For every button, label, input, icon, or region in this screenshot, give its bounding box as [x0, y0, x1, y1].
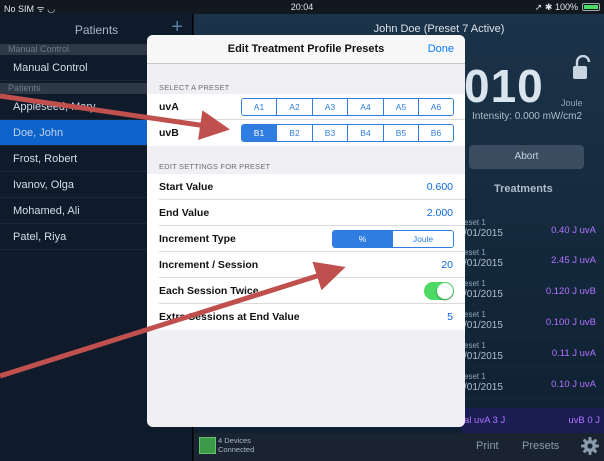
extra-sessions-label: Extra Sessions at End Value: [159, 311, 300, 323]
preset-a5[interactable]: A5: [384, 99, 419, 115]
add-patient-button[interactable]: +: [171, 17, 183, 37]
treatment-value: 0.10 J uvA: [551, 379, 596, 390]
treatments-header: Treatments: [494, 183, 553, 195]
unlock-icon[interactable]: [572, 55, 594, 81]
treatment-row[interactable]: eset 1 /01/2015 0.40 J uvA: [462, 215, 604, 245]
session-twice-row: Each Session Twice: [147, 278, 465, 304]
preset-b4[interactable]: B4: [348, 125, 384, 141]
treatment-row[interactable]: eset 1 /01/2015 0.11 J uvA: [462, 338, 604, 368]
increment-session-field[interactable]: 20: [441, 259, 453, 271]
status-icons: ➚ ✱ 100%: [534, 2, 578, 12]
preset-a4[interactable]: A4: [348, 99, 384, 115]
done-button[interactable]: Done: [428, 43, 454, 55]
treatment-value: 0.120 J uvB: [545, 286, 596, 297]
increment-session-label: Increment / Session: [159, 259, 259, 271]
uva-label: uvA: [159, 101, 179, 113]
print-button[interactable]: Print: [476, 440, 499, 452]
dose-unit: Joule: [561, 98, 583, 108]
preset-b3[interactable]: B3: [313, 125, 348, 141]
increment-type-joule[interactable]: Joule: [393, 231, 453, 247]
treatment-preset: eset 1: [464, 310, 486, 319]
end-value-field[interactable]: 2.000: [427, 207, 453, 219]
treatment-row[interactable]: eset 1 /01/2015 0.120 J uvB: [462, 276, 604, 306]
presets-button[interactable]: Presets: [522, 440, 559, 452]
preset-a3[interactable]: A3: [313, 99, 348, 115]
preset-a6[interactable]: A6: [419, 99, 453, 115]
clock: 20:04: [290, 2, 314, 12]
treatment-date: /01/2015: [464, 320, 503, 331]
battery-icon: [582, 3, 600, 11]
treatment-date: /01/2015: [464, 228, 503, 239]
start-value-label: Start Value: [159, 181, 214, 193]
modal-title: Edit Treatment Profile Presets: [227, 43, 385, 55]
preset-b1[interactable]: B1: [242, 125, 277, 141]
uva-preset-segmented: A1 A2 A3 A4 A5 A6: [241, 98, 454, 116]
bottom-toolbar: 4 Devices Connected Print Presets: [194, 433, 604, 461]
uvb-label: uvB: [159, 127, 179, 139]
preset-a2[interactable]: A2: [277, 99, 313, 115]
treatment-row[interactable]: eset 1 /01/2015 0.100 J uvB: [462, 307, 604, 337]
treatment-row[interactable]: eset 1 /01/2015 2.45 J uvA: [462, 245, 604, 275]
extra-sessions-row[interactable]: Extra Sessions at End Value 5: [147, 304, 465, 330]
start-value-row[interactable]: Start Value 0.600: [147, 174, 465, 200]
end-value-label: End Value: [159, 207, 210, 219]
treatment-value: 2.45 J uvA: [551, 255, 596, 266]
modal-header: Edit Treatment Profile Presets Done: [147, 35, 465, 64]
treatment-date: /01/2015: [464, 289, 503, 300]
edit-settings-header: EDIT SETTINGS FOR PRESET: [159, 162, 271, 171]
devices-status[interactable]: 4 Devices Connected: [218, 436, 254, 454]
total-uvb: uvB 0 J: [568, 415, 600, 426]
increment-type-row: Increment Type % Joule: [147, 226, 465, 252]
treatment-date: /01/2015: [464, 258, 503, 269]
treatment-value: 0.40 J uvA: [551, 225, 596, 236]
intensity-readout: Intensity: 0.000 mW/cm2: [472, 111, 583, 122]
devices-state: Connected: [218, 445, 255, 454]
treatment-preset: eset 1: [464, 248, 486, 257]
treatment-preset: eset 1: [464, 218, 486, 227]
treatment-value: 0.100 J uvB: [545, 317, 596, 328]
preset-a1[interactable]: A1: [242, 99, 277, 115]
totals-bar: al uvA 3 J uvB 0 J: [462, 408, 604, 434]
treatment-value: 0.11 J uvA: [551, 348, 596, 359]
treatment-date: /01/2015: [464, 351, 503, 362]
treatment-preset: eset 1: [464, 279, 486, 288]
end-value-row[interactable]: End Value 2.000: [147, 200, 465, 226]
preset-b6[interactable]: B6: [419, 125, 453, 141]
dose-display: 010: [464, 60, 544, 112]
status-bar: No SIM ᯤ ◡ 20:04 ➚ ✱ 100%: [0, 0, 604, 14]
increment-type-segmented: % Joule: [332, 230, 454, 248]
increment-type-label: Increment Type: [159, 233, 236, 245]
main-title: John Doe (Preset 7 Active): [373, 23, 505, 35]
devices-count: 4 Devices: [218, 436, 251, 445]
devices-icon[interactable]: [199, 437, 216, 454]
gear-icon[interactable]: [580, 436, 600, 456]
treatment-preset: eset 1: [464, 372, 486, 381]
treatment-date: /01/2015: [464, 382, 503, 393]
edit-presets-modal: Edit Treatment Profile Presets Done SELE…: [147, 35, 465, 427]
treatment-preset: eset 1: [464, 341, 486, 350]
select-preset-header: SELECT A PRESET: [159, 83, 230, 92]
total-uva: al uvA 3 J: [464, 415, 506, 426]
increment-type-percent[interactable]: %: [333, 231, 393, 247]
abort-button[interactable]: Abort: [469, 145, 584, 169]
uva-row: uvA A1 A2 A3 A4 A5 A6: [147, 94, 465, 120]
preset-b2[interactable]: B2: [277, 125, 313, 141]
start-value-field[interactable]: 0.600: [427, 181, 453, 193]
treatment-row[interactable]: eset 1 /01/2015 0.10 J uvA: [462, 369, 604, 399]
extra-sessions-field[interactable]: 5: [447, 311, 453, 323]
increment-session-row[interactable]: Increment / Session 20: [147, 252, 465, 278]
preset-b5[interactable]: B5: [384, 125, 419, 141]
session-twice-toggle[interactable]: [424, 282, 454, 300]
uvb-preset-segmented: B1 B2 B3 B4 B5 B6: [241, 124, 454, 142]
uvb-row: uvB B1 B2 B3 B4 B5 B6: [147, 120, 465, 146]
session-twice-label: Each Session Twice: [159, 285, 259, 297]
